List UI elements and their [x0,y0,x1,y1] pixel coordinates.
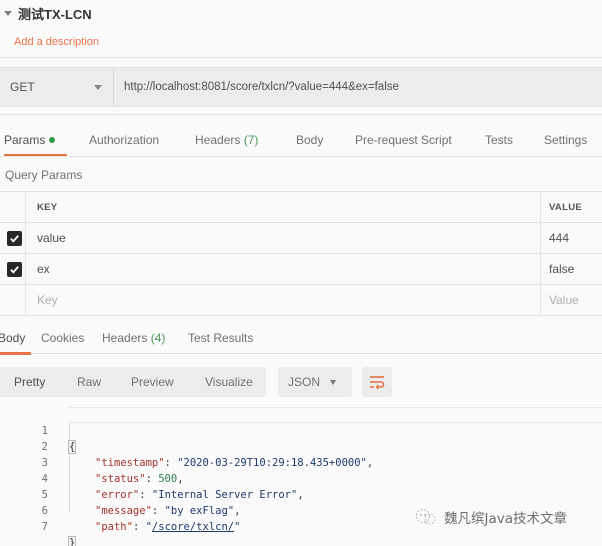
tab-headers[interactable]: Headers (7) [195,126,258,156]
column-header-key: KEY [26,192,541,222]
tab-authorization[interactable]: Authorization [89,126,159,156]
row-checkbox-cell [0,223,26,253]
column-header-value: VALUE [549,201,582,213]
row-checkbox-cell [0,285,26,315]
code-line: 5 "message": "by exFlag", [0,471,602,517]
tab-cookies[interactable]: Cookies [41,324,84,354]
method-label: GET [10,80,35,94]
method-select[interactable]: GET [0,68,114,106]
tab-label: Tests [485,133,514,147]
line-number: 7 [41,521,48,533]
tab-label: Body [0,331,26,345]
checkmark-icon [10,265,19,274]
code-line: 1 { [0,407,602,454]
response-body-editor[interactable]: 1 { 2 "timestamp": "2020-03-29T10:29:18.… [0,406,602,546]
view-mode-group: Pretty Raw Preview Visualize [0,367,266,397]
tab-label: Headers [102,331,148,345]
table-header-row: KEY VALUE [0,192,602,223]
tab-test-results[interactable]: Test Results [188,324,253,354]
chevron-down-icon [330,380,336,385]
url-input[interactable] [114,68,602,106]
chevron-down-icon [94,84,102,90]
tab-label: Cookies [41,331,85,345]
view-visualize-button[interactable]: Visualize [205,375,253,389]
tab-label: Body [296,133,324,147]
code-line: 2 "timestamp": "2020-03-29T10:29:18.435+… [0,423,602,469]
tab-tests[interactable]: Tests [485,126,513,156]
tab-response-body[interactable]: Body [0,324,32,355]
view-preview-button[interactable]: Preview [131,375,174,389]
param-value[interactable]: false [541,254,602,284]
collapse-caret-icon[interactable] [4,11,12,16]
headers-count: (4) [150,331,166,345]
tab-response-headers[interactable]: Headers (4) [102,324,165,354]
tab-label: Authorization [89,133,160,147]
tab-label: Settings [544,133,588,147]
code-line: 6 "path": "/score/txlcn/" [0,487,602,533]
header-checkbox-cell [0,192,26,222]
view-raw-button[interactable]: Raw [77,375,101,389]
query-params-table: KEY VALUE value 444 ex false Key Value [0,191,602,316]
query-params-title: Query Params [5,168,83,182]
format-label: JSON [288,375,321,389]
close-brace: } [68,536,77,546]
tab-body[interactable]: Body [296,126,323,156]
code-line: 4 "error": "Internal Server Error", [0,455,602,501]
json-key: "path" [95,521,133,533]
divider [0,156,602,157]
response-tabs: Body Cookies Headers (4) Test Results [0,324,602,355]
divider [0,57,602,58]
watermark: 魏凡缤Java技术文章 [414,507,567,527]
checkmark-icon [10,234,19,243]
tab-params[interactable]: Params [4,126,68,157]
tab-label: Test Results [188,331,254,345]
format-select[interactable]: JSON [278,367,352,397]
tab-label: Headers [195,133,241,147]
new-value-input[interactable]: Value [541,285,602,315]
param-key[interactable]: value [26,223,541,253]
tab-pre-request-script[interactable]: Pre-request Script [355,126,452,156]
param-key[interactable]: ex [26,254,541,284]
wechat-logo-icon [416,509,436,525]
table-row: ex false [0,254,602,285]
table-row-new: Key Value [0,285,602,316]
row-enabled-checkbox[interactable] [7,261,22,277]
request-url-bar: GET [0,67,602,107]
request-title-row[interactable]: 测试TX-LCN [0,0,602,26]
headers-count: (7) [243,133,259,147]
tab-label: Pre-request Script [355,133,452,147]
add-description-link[interactable]: Add a description [14,36,99,48]
view-pretty-button[interactable]: Pretty [14,375,45,389]
request-name[interactable]: 测试TX-LCN [18,4,92,23]
watermark-text: 魏凡缤Java技术文章 [444,511,568,527]
json-path-link[interactable]: /score/txlcn/ [152,521,234,533]
divider [0,114,602,115]
row-enabled-checkbox[interactable] [7,230,22,246]
wrap-lines-icon [370,376,385,389]
tab-settings[interactable]: Settings [544,126,587,156]
new-key-input[interactable]: Key [26,285,541,315]
tab-label: Params [4,133,46,147]
row-checkbox-cell [0,254,26,284]
param-value[interactable]: 444 [541,223,602,253]
params-active-dot-icon [49,136,56,143]
code-line: 3 "status": 500, [0,439,602,485]
table-row: value 444 [0,223,602,254]
wrap-lines-button[interactable] [362,367,392,397]
request-tabs: Params Authorization Headers (7) Body Pr… [0,126,602,157]
